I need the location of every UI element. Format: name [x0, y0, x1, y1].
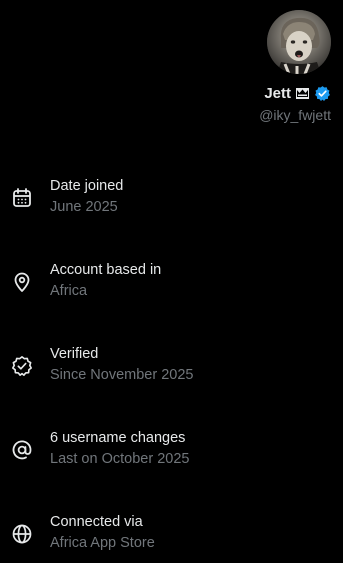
avatar[interactable]	[267, 10, 331, 74]
username-handle: @iky_fwjett	[259, 107, 331, 123]
name-line: Jett	[264, 82, 331, 104]
info-row-username-changes: 6 username changes Last on October 2025	[0, 430, 343, 476]
avatar-photo	[267, 10, 331, 74]
info-title: Date joined	[50, 178, 124, 194]
info-row-account-based-in: Account based in Africa	[0, 262, 343, 308]
info-row-connected-via: Connected via Africa App Store	[0, 514, 343, 560]
info-subtitle: Since November 2025	[50, 367, 194, 383]
verified-badge-icon[interactable]	[314, 85, 331, 102]
calendar-icon	[11, 187, 33, 209]
globe-icon	[11, 523, 33, 545]
info-row-date-joined: Date joined June 2025	[0, 178, 343, 224]
verified-check-icon	[11, 355, 33, 377]
at-sign-icon	[11, 439, 33, 461]
info-title: Verified	[50, 346, 99, 362]
info-subtitle: Africa App Store	[50, 535, 155, 551]
location-pin-icon	[11, 271, 33, 293]
info-row-verified: Verified Since November 2025	[0, 346, 343, 392]
display-name: Jett	[264, 84, 291, 102]
info-title: Connected via	[50, 514, 143, 530]
info-title: 6 username changes	[50, 430, 186, 446]
info-subtitle: June 2025	[50, 199, 118, 215]
info-subtitle: Africa	[50, 283, 88, 299]
crown-emoji-icon	[294, 85, 311, 102]
info-subtitle: Last on October 2025	[50, 451, 190, 467]
info-title: Account based in	[50, 262, 162, 278]
